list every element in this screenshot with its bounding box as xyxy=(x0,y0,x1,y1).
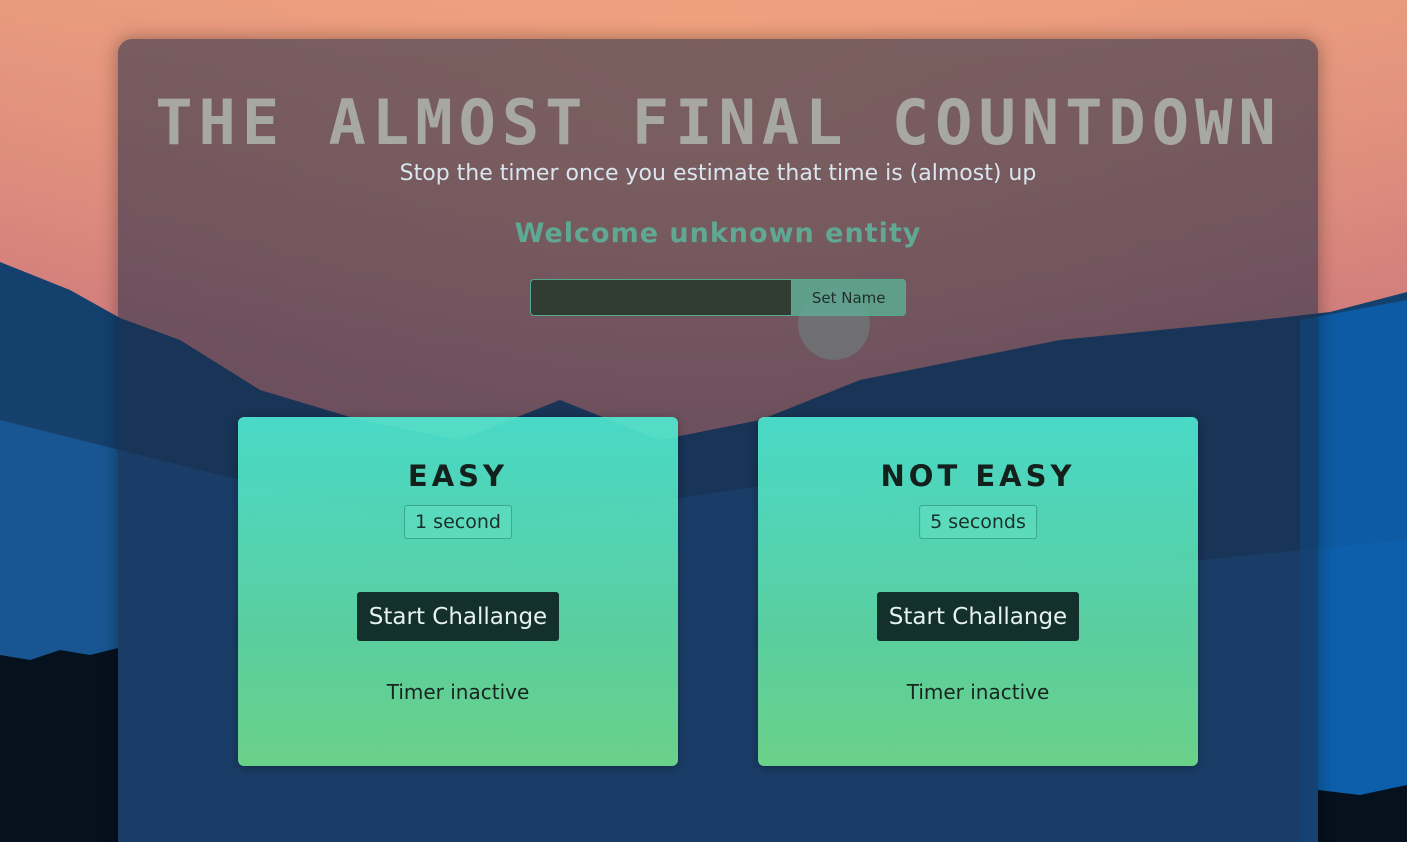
set-name-button[interactable]: Set Name xyxy=(791,279,906,360)
challenge-duration: 5 seconds xyxy=(919,505,1037,539)
timer-status: Timer inactive xyxy=(906,680,1050,704)
page-title: THE ALMOST FINAL COUNTDOWN xyxy=(155,86,1282,159)
name-input[interactable] xyxy=(530,279,792,316)
set-name-label: Set Name xyxy=(811,288,886,307)
challenge-card-easy: EASY 1 second Start Challange Timer inac… xyxy=(238,417,678,766)
challenge-card-not-easy: NOT EASY 5 seconds Start Challange Timer… xyxy=(758,417,1198,766)
timer-status: Timer inactive xyxy=(386,680,530,704)
challenge-title: EASY xyxy=(407,459,509,493)
challenge-duration: 1 second xyxy=(404,505,512,539)
welcome-message: Welcome unknown entity xyxy=(514,218,922,249)
name-form: Set Name xyxy=(530,279,906,360)
page-subtitle: Stop the timer once you estimate that ti… xyxy=(399,161,1037,186)
start-challenge-button[interactable]: Start Challange xyxy=(357,592,559,641)
start-challenge-button[interactable]: Start Challange xyxy=(877,592,1079,641)
challenge-title: NOT EASY xyxy=(880,459,1076,493)
